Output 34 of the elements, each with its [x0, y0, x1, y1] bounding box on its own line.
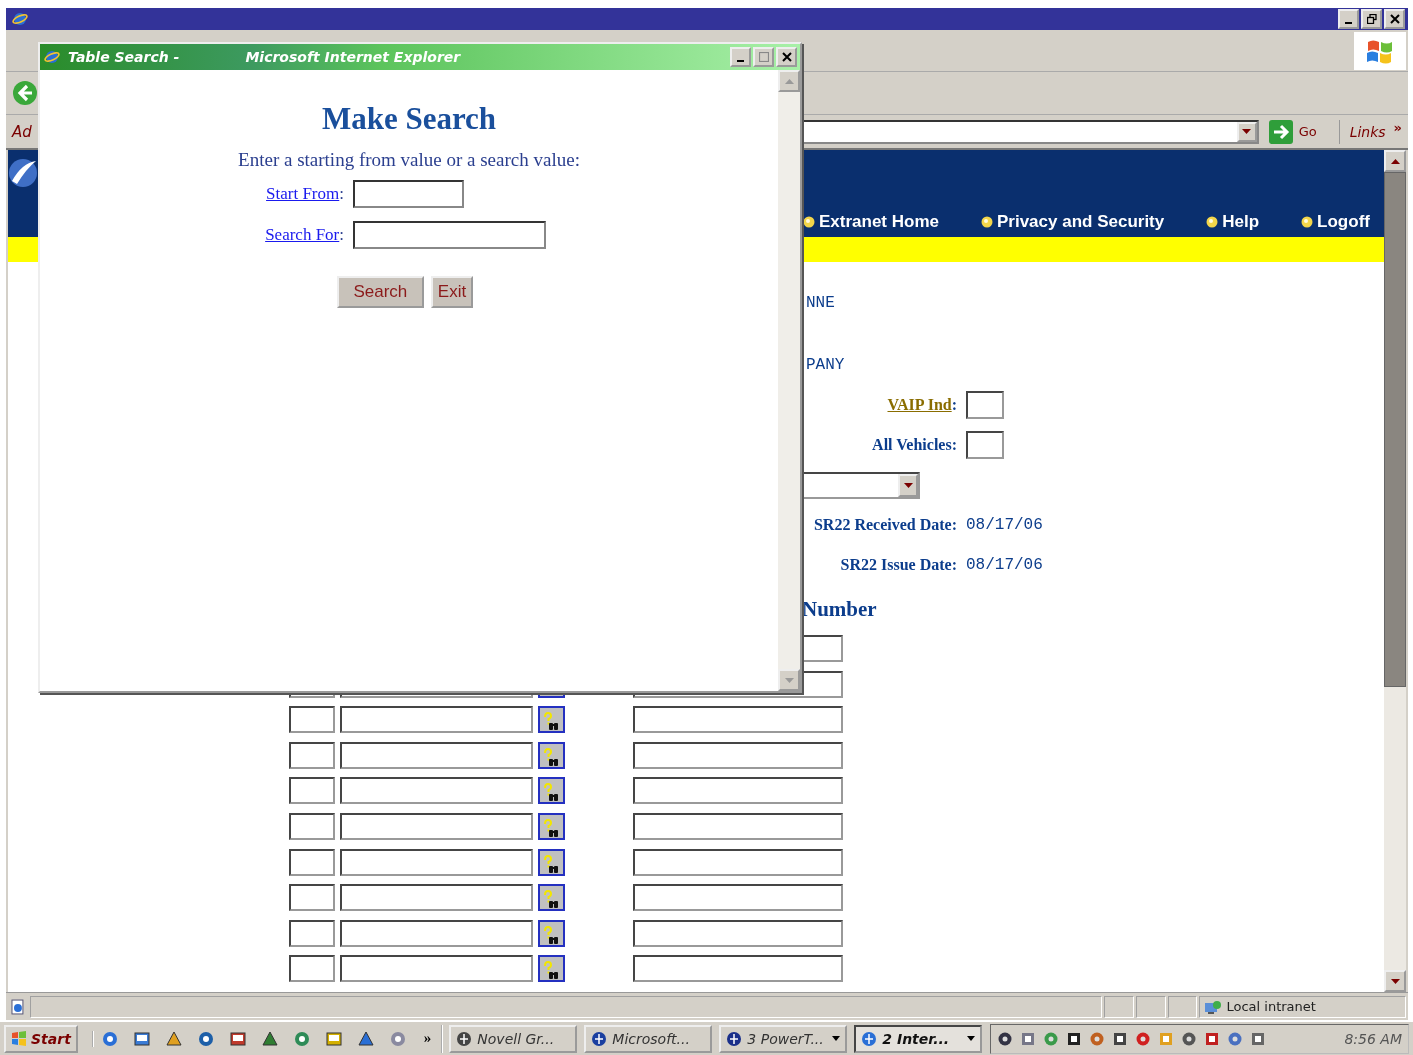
task-button[interactable]: 2 Inter...: [854, 1024, 983, 1053]
links-button[interactable]: Links »: [1338, 119, 1408, 144]
label-colon: :: [339, 225, 344, 244]
field-label: SR22 Received Date:: [813, 516, 957, 533]
instruction-text: Enter a starting from value or a search value:: [237, 149, 581, 171]
clock: 8:56 AM: [1344, 1030, 1403, 1047]
label-colon: :: [339, 184, 344, 203]
window-title: Microsoft Internet Explorer: [245, 49, 461, 65]
field-value: PANY: [805, 356, 846, 374]
start-button[interactable]: Start: [4, 1024, 78, 1053]
field-label: All Vehicles:: [872, 436, 957, 453]
nav-link[interactable]: Logoff: [1301, 212, 1370, 232]
field-value: NNE: [805, 294, 836, 312]
task-button[interactable]: Microsoft...: [584, 1024, 713, 1053]
dialog-button[interactable]: Exit: [430, 276, 474, 308]
nav-link[interactable]: Help: [1206, 212, 1260, 232]
date-value: 08/17/06: [966, 516, 1044, 534]
field-link[interactable]: VAIP Ind: [887, 396, 952, 413]
field-link[interactable]: Start From: [266, 184, 340, 203]
more-button[interactable]: »: [423, 1030, 432, 1047]
go-button[interactable]: Go: [1268, 119, 1339, 144]
dialog-button[interactable]: Search: [336, 276, 424, 308]
task-button[interactable]: 3 PowerT...: [719, 1024, 848, 1053]
date-value: 08/17/06: [966, 556, 1044, 574]
field-label: SR22 Issue Date:: [840, 556, 957, 573]
section-heading: Number: [801, 596, 878, 622]
address-label: Ad: [12, 122, 33, 141]
label-colon: :: [951, 396, 957, 413]
dialog-heading: Make Search: [320, 101, 498, 137]
zone-label: Local intranet: [1226, 999, 1316, 1014]
task-button[interactable]: Novell Gr...: [449, 1024, 578, 1053]
field-link[interactable]: Search For: [265, 225, 340, 244]
window-title: Table Search -: [68, 49, 180, 65]
nav-link[interactable]: Privacy and Security: [981, 212, 1165, 232]
